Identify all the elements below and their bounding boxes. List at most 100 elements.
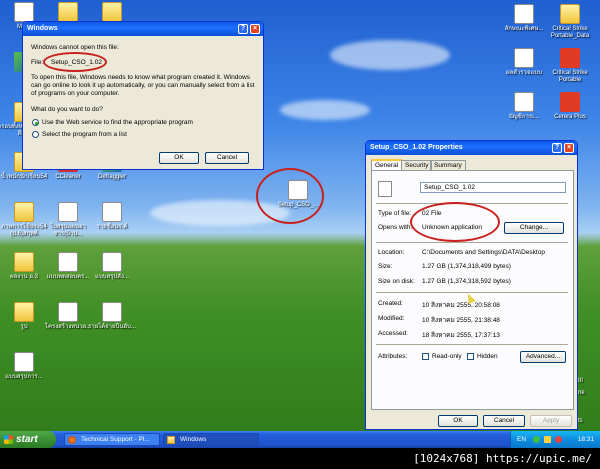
close-button[interactable]: × xyxy=(250,24,260,34)
help-button[interactable]: ? xyxy=(552,143,562,153)
desktop-icon[interactable]: Critical Strike Portable_Data xyxy=(542,4,598,40)
firefox-icon xyxy=(68,436,76,444)
folder-icon xyxy=(58,2,78,22)
cloud xyxy=(280,100,370,120)
dialog-titlebar: Windows ? × xyxy=(23,22,263,36)
tab-summary[interactable]: Summary xyxy=(430,160,466,170)
system-tray: EN 18:31 xyxy=(510,431,600,448)
readonly-checkbox[interactable] xyxy=(422,353,429,360)
readonly-label: Read-only xyxy=(432,353,462,360)
my-computer-icon xyxy=(14,2,34,22)
desktop-icon[interactable]: แบบสรุปสัง... xyxy=(84,252,140,281)
folder-icon xyxy=(14,202,34,222)
word-document-icon xyxy=(14,352,34,372)
cancel-button[interactable]: Cancel xyxy=(483,415,525,427)
size-on-disk-value: 1.27 GB (1,374,318,592 bytes) xyxy=(422,278,511,285)
taskbar-item-technical-support[interactable]: Technical Support - Pl... xyxy=(64,433,160,446)
word-document-icon xyxy=(58,252,78,272)
cancel-button[interactable]: Cancel xyxy=(205,152,249,164)
advanced-button[interactable]: Advanced... xyxy=(520,351,566,363)
word-document-icon xyxy=(514,4,534,24)
desktop: My CPower DVD 10VLC media playerครอบทั้ง… xyxy=(0,0,600,448)
unknown-file-icon xyxy=(378,181,392,197)
separator xyxy=(376,344,568,345)
folder-icon xyxy=(14,302,34,322)
volume-icon[interactable] xyxy=(544,436,551,443)
dialog-title: Windows xyxy=(27,25,58,32)
excel-document-icon xyxy=(102,252,122,272)
security-icon[interactable] xyxy=(555,436,562,443)
red-annotation-circle xyxy=(410,202,500,242)
hidden-label: Hidden xyxy=(477,353,498,360)
task-label: Windows xyxy=(180,436,207,443)
tab-general[interactable]: General xyxy=(371,159,403,170)
partial-desktop-label: ts xyxy=(578,418,583,424)
start-button[interactable]: start xyxy=(0,431,56,448)
word-document-icon xyxy=(58,202,78,222)
folder-icon xyxy=(102,2,122,22)
dialog-titlebar: Setup_CSO_1.02 Properties ? × xyxy=(366,141,577,155)
type-label: Type of file: xyxy=(378,210,412,217)
desktop-icon-label: Defraggler xyxy=(97,174,126,180)
attributes-label: Attributes: xyxy=(378,353,408,360)
dialog-title: Setup_CSO_1.02 Properties xyxy=(370,144,463,151)
change-button[interactable]: Change... xyxy=(504,222,564,234)
red-annotation-circle xyxy=(43,52,107,72)
clock[interactable]: 18:31 xyxy=(578,431,594,448)
resolution-caption: [1024x768] https://upic.me/ xyxy=(0,448,600,469)
folder-window-icon xyxy=(167,436,175,444)
ok-button[interactable]: OK xyxy=(159,152,199,164)
size-label: Size: xyxy=(378,263,393,270)
accessed-label: Accessed: xyxy=(378,330,408,337)
desktop-icon-label: Critical Strike Portable xyxy=(552,70,588,83)
desktop-icon[interactable]: รายได้จ่ายปีนอับ... xyxy=(84,302,140,331)
hidden-checkbox[interactable] xyxy=(467,353,474,360)
taskbar: start Technical Support - Pl... Windows … xyxy=(0,431,600,448)
desktop-icon-label: รายได้จ่ายปีนอับ... xyxy=(88,324,136,330)
ok-button[interactable]: OK xyxy=(438,415,478,427)
select-program-radio[interactable] xyxy=(32,131,39,138)
desktop-icon-label: Cerera Plus xyxy=(554,114,586,120)
select-program-label: Select the program from a list xyxy=(42,131,127,138)
modified-label: Modified: xyxy=(378,315,405,322)
desktop-icon[interactable]: Cerera Plus xyxy=(542,92,598,121)
partial-desktop-label: III xyxy=(578,378,584,384)
language-indicator[interactable]: EN xyxy=(517,431,526,448)
web-service-radio[interactable] xyxy=(32,119,39,126)
excel-document-icon xyxy=(102,302,122,322)
taskbar-item-windows[interactable]: Windows xyxy=(163,433,259,446)
properties-dialog: Setup_CSO_1.02 Properties ? × General Se… xyxy=(365,140,578,430)
tab-security[interactable]: Security xyxy=(401,160,433,170)
word-document-icon xyxy=(514,48,534,68)
web-service-label: Use the Web service to find the appropri… xyxy=(42,119,193,126)
windows-open-dialog: Windows ? × Windows cannot open this fil… xyxy=(22,21,264,170)
desktop-icon[interactable]: แบบสรุปการ... xyxy=(0,352,52,381)
created-value: 10 สิงหาคม 2555, 20:58:08 xyxy=(422,302,500,309)
opens-with-label: Opens with: xyxy=(378,224,413,231)
question-text: What do you want to do? xyxy=(31,106,103,113)
desktop-icon[interactable]: Critical Strike Portable xyxy=(542,48,598,84)
task-label: Technical Support - Pl... xyxy=(81,436,150,443)
dialog-description: To open this file, Windows needs to know… xyxy=(31,74,255,97)
start-label: start xyxy=(16,434,38,445)
help-button[interactable]: ? xyxy=(238,24,248,34)
accessed-value: 18 สิงหาคม 2555, 17:37:13 xyxy=(422,332,500,339)
network-icon[interactable] xyxy=(533,436,540,443)
filename-field[interactable]: Setup_CSO_1.02 xyxy=(420,182,566,193)
red-annotation-circle xyxy=(256,168,324,224)
size-on-disk-label: Size on disk: xyxy=(378,278,415,285)
file-label: File: xyxy=(31,59,44,66)
desktop-icon-label: แบบสรุปการ... xyxy=(5,374,43,380)
size-value: 1.27 GB (1,374,318,499 bytes) xyxy=(422,263,511,270)
excel-document-icon xyxy=(102,202,122,222)
word-document-icon xyxy=(58,302,78,322)
close-button[interactable]: × xyxy=(564,143,574,153)
location-label: Location: xyxy=(378,249,405,256)
cerera-plus-icon xyxy=(560,92,580,112)
created-label: Created: xyxy=(378,300,403,307)
folder-icon xyxy=(14,252,34,272)
location-value: C:\Documents and Settings\DATA\Desktop xyxy=(422,249,545,256)
desktop-icon[interactable]: รายชื่อนร.ค์ xyxy=(84,202,140,231)
apply-button[interactable]: Apply xyxy=(530,415,572,427)
critical-strike-icon xyxy=(560,48,580,68)
